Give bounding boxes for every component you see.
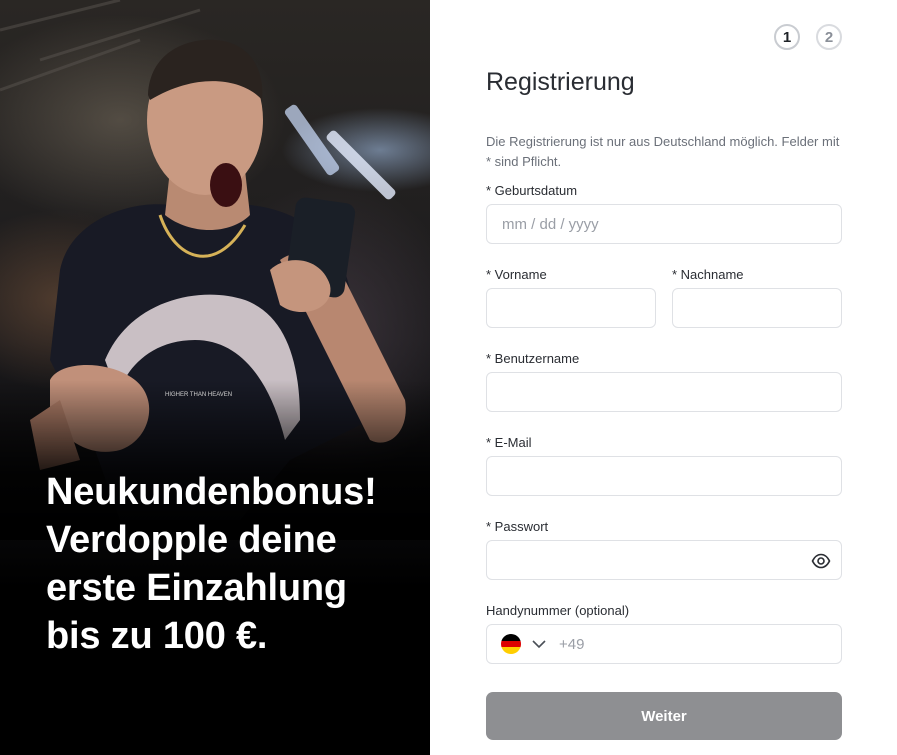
germany-flag-icon[interactable]	[501, 634, 521, 654]
eye-icon[interactable]	[811, 551, 831, 571]
promo-headline: Neukundenbonus! Verdopple deine erste Ei…	[46, 468, 416, 660]
promo-line-3: erste Einzahlung	[46, 567, 347, 609]
registration-note: Die Registrierung ist nur aus Deutschlan…	[486, 134, 840, 169]
promo-line-2: Verdopple deine	[46, 519, 337, 561]
registration-panel: 1 2 Registrierung Die Registrierung ist …	[430, 0, 897, 755]
email-label: * E-Mail	[486, 435, 532, 450]
password-field[interactable]	[486, 540, 842, 580]
submit-button[interactable]: Weiter	[486, 692, 842, 740]
firstname-label: * Vorname	[486, 267, 547, 282]
phone-prefix: +49	[559, 635, 585, 653]
step-1[interactable]: 1	[774, 24, 800, 50]
chevron-down-icon[interactable]	[531, 636, 547, 652]
lastname-field[interactable]	[672, 288, 842, 328]
step-indicator: 1 2	[774, 24, 842, 50]
firstname-field[interactable]	[486, 288, 656, 328]
birthdate-placeholder: mm / dd / yyyy	[502, 215, 599, 233]
phone-label: Handynummer (optional)	[486, 603, 630, 618]
promo-panel: HIGHER THAN HEAVEN Neukundenbonus! Verdo…	[0, 0, 430, 755]
step-2[interactable]: 2	[816, 24, 842, 50]
username-label: * Benutzername	[486, 351, 580, 366]
username-field[interactable]	[486, 372, 842, 412]
email-field[interactable]	[486, 456, 842, 496]
password-label: * Passwort	[486, 519, 549, 534]
lastname-label: * Nachname	[672, 267, 744, 282]
birthdate-label: * Geburtsdatum	[486, 183, 578, 198]
promo-line-4: bis zu 100 €.	[46, 615, 268, 657]
page-title: Registrierung	[486, 68, 635, 96]
birthdate-field[interactable]: mm / dd / yyyy	[486, 204, 842, 244]
phone-field[interactable]: +49	[486, 624, 842, 664]
promo-line-1: Neukundenbonus!	[46, 471, 377, 513]
